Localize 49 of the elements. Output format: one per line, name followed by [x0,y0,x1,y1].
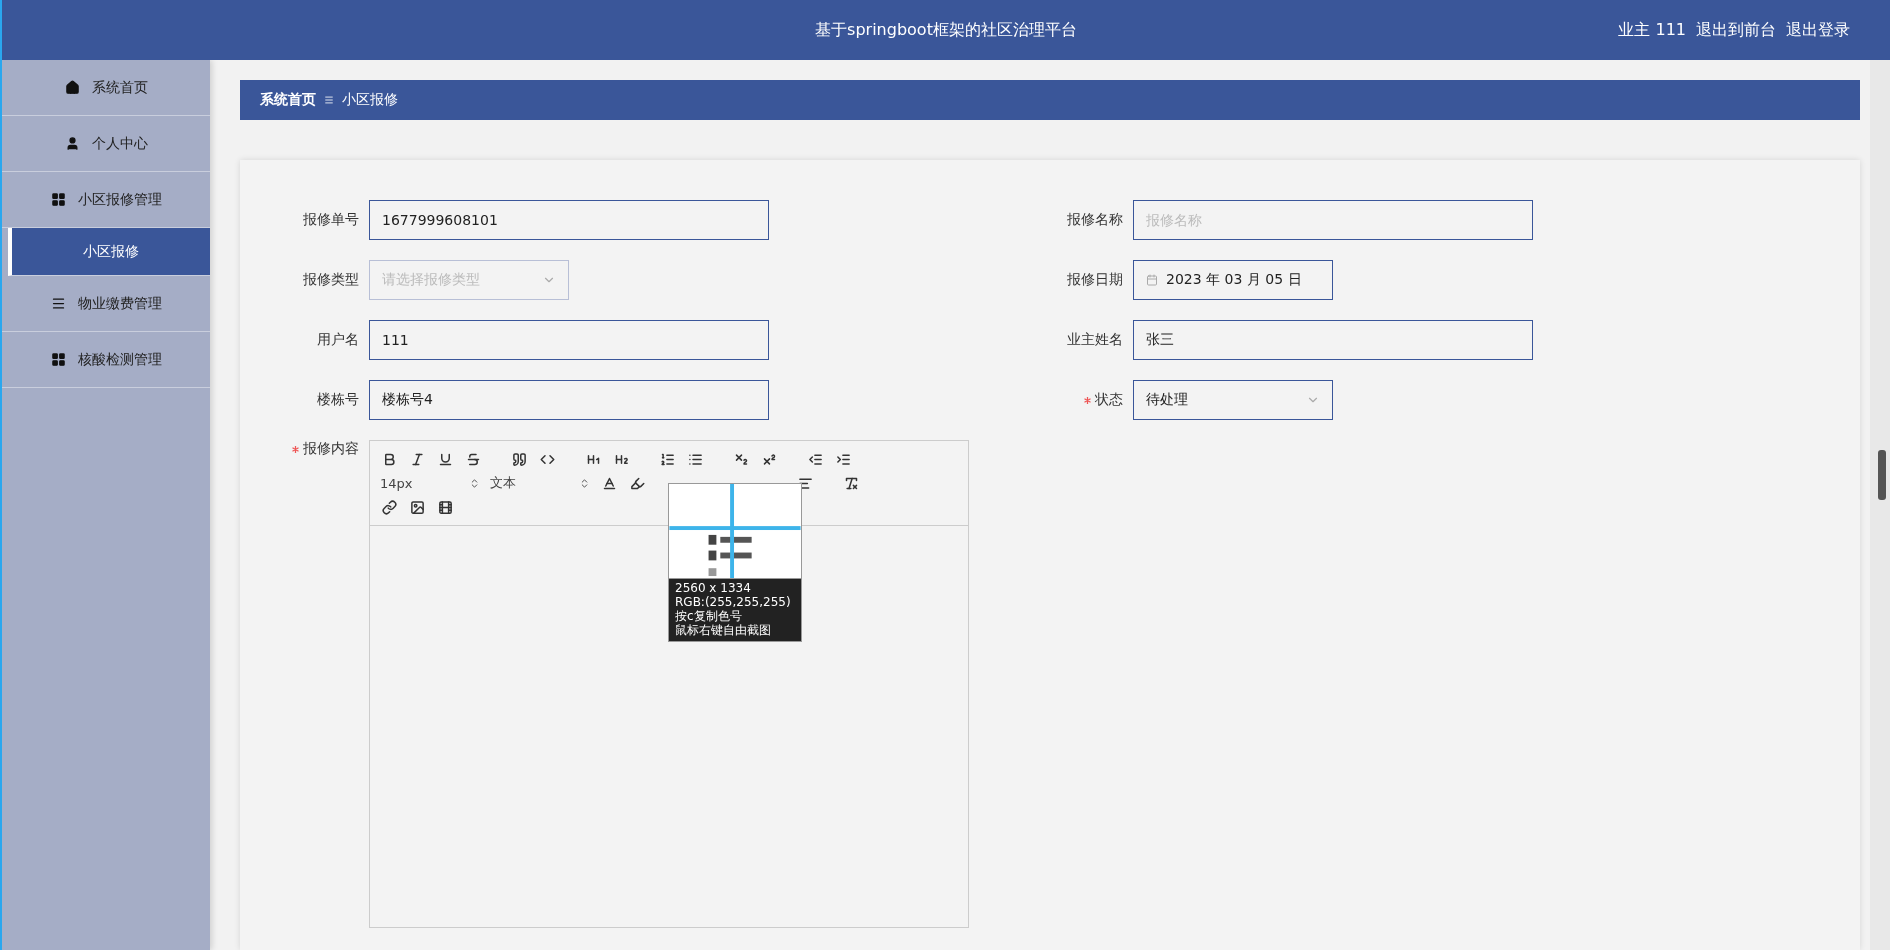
field-label: 报修名称 [1067,211,1123,229]
field-label: 用户名 [317,331,359,349]
sidebar-item[interactable]: 系统首页 [2,60,210,116]
home-icon [64,80,80,95]
text-style-select[interactable]: 文本 [490,474,590,492]
up-down-icon [469,477,480,489]
sidebar-item[interactable]: 物业缴费管理 [2,276,210,332]
select-field[interactable]: 待处理 [1133,380,1333,420]
breadcrumb-link[interactable]: 小区报修 [342,91,398,109]
field-label: 业主姓名 [1067,331,1123,349]
date-field[interactable]: 2023 年 03 月 05 日 [1133,260,1333,300]
sidebar-item[interactable]: 核酸检测管理 [2,332,210,388]
field-label: 状态 [1095,391,1123,409]
field-label: 报修内容 [303,440,359,458]
grid-icon [50,192,66,207]
calendar-icon [1146,274,1158,286]
sidebar-subitem[interactable]: 小区报修 [8,228,210,276]
input-field[interactable]: 楼栋号4 [369,380,769,420]
input-field[interactable]: 1677999608101 [369,200,769,240]
rich-text-editor[interactable]: 14px 文本 2560 x 1334 RGB:(255,255,255) 按c复制色号 鼠标右键自由截图 [369,440,969,928]
tooltip-text: RGB:(255,255,255) [675,595,792,609]
header-link[interactable]: 退出到前台 [1696,19,1776,41]
tooltip-text: 鼠标右键自由截图 [675,623,772,637]
video-icon[interactable] [436,498,454,516]
asterisk-icon [1084,396,1091,404]
header-link[interactable]: 退出登录 [1786,19,1850,41]
image-icon[interactable] [408,498,426,516]
tooltip-text: 按c复制色号 [675,609,743,623]
sidebar-item[interactable]: 个人中心 [2,116,210,172]
field-label: 报修类型 [303,271,359,289]
tooltip-text: 2560 x 1334 [675,581,752,595]
scrollbar[interactable] [1870,60,1890,950]
link-icon[interactable] [380,498,398,516]
up-down-icon [579,477,590,489]
grid-icon [50,352,66,367]
app-title: 基于springboot框架的社区治理平台 [815,19,1077,41]
menu-icon [50,296,66,311]
field-label: 楼栋号 [317,391,359,409]
font-size-select[interactable]: 14px [380,475,480,491]
asterisk-icon [292,445,299,453]
user-name: 业主 111 [1618,19,1686,41]
quote-icon[interactable] [510,450,528,468]
field-label: 报修单号 [303,211,359,229]
user-icon [64,136,80,151]
input-field[interactable]: 111 [369,320,769,360]
input-field[interactable]: 张三 [1133,320,1533,360]
breadcrumb-link[interactable]: 系统首页 [260,91,316,109]
separator-icon [324,95,334,105]
field-label: 报修日期 [1067,271,1123,289]
